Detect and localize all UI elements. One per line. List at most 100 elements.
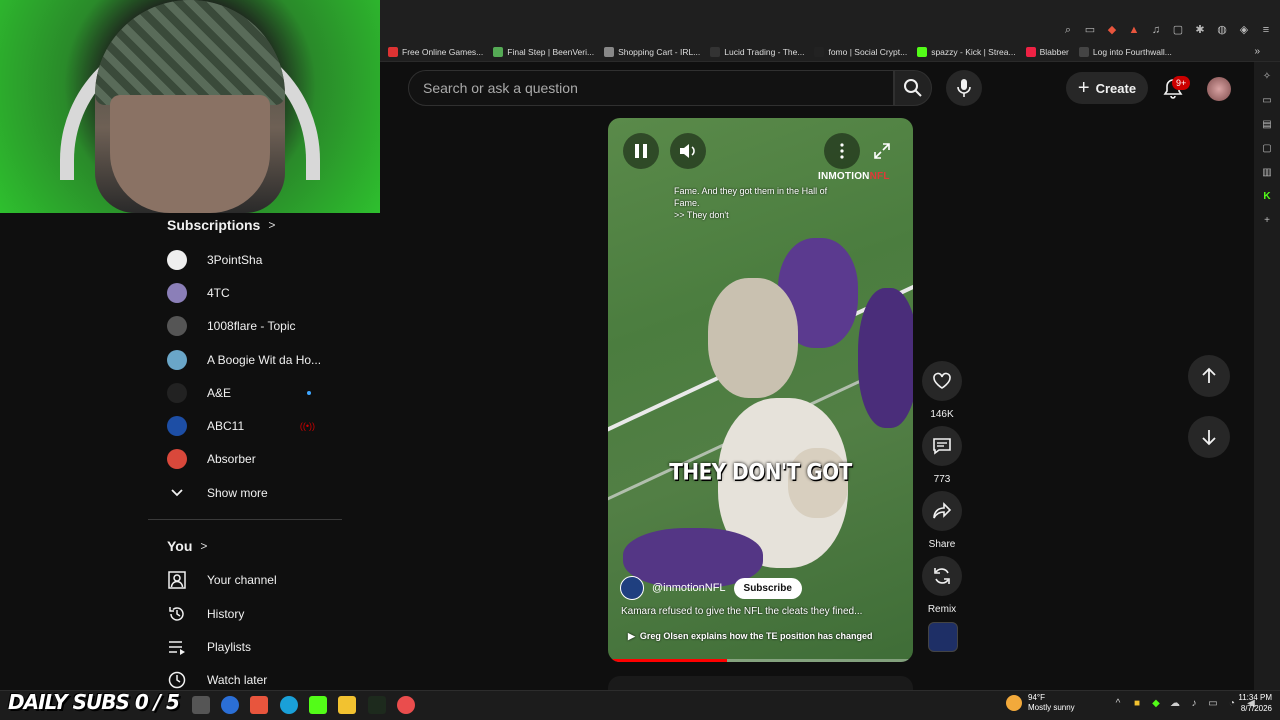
sidebar-reading-icon[interactable]: ▤ (1261, 118, 1273, 132)
tray-mic-icon[interactable]: ♪ (1188, 698, 1200, 710)
subscription-item[interactable]: 4TC (167, 278, 327, 308)
sidebar-bookmarks-icon[interactable]: ▢ (1261, 142, 1273, 156)
bookmark-item[interactable]: spazzy - Kick | Strea... (917, 46, 1016, 57)
comments-button[interactable] (922, 426, 962, 466)
comment-icon (933, 438, 951, 455)
bookmark-item[interactable]: Lucid Trading - The... (710, 46, 804, 57)
tray-display-icon[interactable]: ▭ (1207, 698, 1219, 710)
tab-icon[interactable]: ▢ (1172, 24, 1184, 36)
bookmark-item[interactable]: fomo | Social Crypt... (814, 46, 907, 57)
bookmark-item[interactable]: Shopping Cart - IRL... (604, 46, 700, 57)
more-vertical-icon (840, 143, 844, 159)
related-video-link[interactable]: ▶ Greg Olsen explains how the TE positio… (628, 631, 872, 642)
subscription-item[interactable]: Absorber (167, 444, 327, 474)
extensions-icon[interactable]: ✱ (1194, 24, 1206, 36)
weather-sun-icon (1006, 695, 1022, 711)
video-caption: THEY DON'T GOT (669, 458, 852, 486)
rewards-icon[interactable]: ▲ (1128, 24, 1140, 36)
sidebar-add-icon[interactable]: + (1261, 214, 1273, 228)
weather-temp: 94°F (1028, 693, 1045, 702)
like-action[interactable]: 146K (922, 361, 962, 420)
sidebar-kick-icon[interactable]: K (1261, 190, 1273, 204)
remix-label: Remix (927, 604, 957, 615)
edge-icon[interactable] (280, 696, 298, 714)
cast-icon[interactable]: ▭ (1084, 24, 1096, 36)
subscription-label: 4TC (207, 286, 230, 300)
bookmark-item[interactable]: Final Step | BeenVeri... (493, 46, 594, 57)
zoom-icon[interactable]: ⌕ (1062, 24, 1074, 36)
volume-button[interactable] (670, 133, 706, 169)
weather-desc: Mostly sunny (1028, 703, 1075, 712)
file-explorer-icon[interactable] (338, 696, 356, 714)
subscription-item[interactable]: A&E (167, 378, 327, 408)
sidebar-history-icon[interactable]: ▥ (1261, 166, 1273, 180)
tray-cloud-icon[interactable]: ☁ (1169, 698, 1181, 710)
pause-button[interactable] (623, 133, 659, 169)
next-short-button[interactable] (1188, 416, 1230, 458)
brave-icon[interactable] (250, 696, 268, 714)
bookmark-item[interactable]: Blabber (1025, 46, 1069, 57)
sidebar-ai-icon[interactable]: ✧ (1261, 70, 1273, 84)
taskbar-clock[interactable]: 11:34 PM 8/7/2026 (1228, 692, 1272, 714)
channel-name[interactable]: @inmotionNFL (652, 582, 726, 594)
remix-action[interactable]: Remix (922, 556, 962, 615)
sound-thumbnail[interactable] (928, 622, 958, 652)
subscriptions-heading[interactable]: Subscriptions > (167, 217, 275, 233)
menu-icon[interactable]: ≡ (1260, 24, 1272, 36)
bookmark-item[interactable]: Log into Fourthwall... (1078, 46, 1172, 57)
previous-short-button[interactable] (1188, 355, 1230, 397)
channel-avatar (167, 283, 187, 303)
subscription-item[interactable]: ABC11 ((•)) (167, 411, 327, 441)
music-icon[interactable]: ♫ (1150, 24, 1162, 36)
search-input[interactable]: Search or ask a question (408, 70, 894, 106)
subscription-label: ABC11 (207, 419, 245, 433)
task-view-icon[interactable] (192, 696, 210, 714)
weather-widget[interactable]: 94°F Mostly sunny (1006, 693, 1075, 713)
fullscreen-button[interactable] (864, 133, 900, 169)
channel-avatar[interactable] (620, 576, 644, 600)
vpn-icon[interactable]: ◈ (1238, 24, 1250, 36)
subscription-label: Absorber (207, 452, 256, 466)
sidebar-item-your-channel[interactable]: Your channel (167, 565, 327, 595)
more-options-button[interactable] (824, 133, 860, 169)
sidebar-item-playlists[interactable]: Playlists (167, 632, 327, 662)
app-icon[interactable] (221, 696, 239, 714)
progress-bar[interactable] (608, 659, 913, 662)
chevron-down-icon (167, 483, 187, 503)
kick-icon[interactable] (309, 696, 327, 714)
browser-sidebar: ✧ ▭ ▤ ▢ ▥ K + (1254, 62, 1280, 690)
sidebar-item-label: History (207, 607, 245, 621)
shorts-player[interactable]: INMOTIONNFL Fame. And they got them in t… (608, 118, 913, 662)
bookmark-label: Blabber (1039, 46, 1069, 57)
tray-shield-icon[interactable]: ◆ (1150, 698, 1162, 710)
sidebar-item-history[interactable]: History (167, 599, 327, 629)
account-avatar[interactable] (1207, 77, 1231, 101)
obs-icon[interactable] (397, 696, 415, 714)
clock-time: 11:34 PM (1238, 693, 1272, 702)
subscription-item[interactable]: 1008flare - Topic (167, 311, 327, 341)
subscription-item[interactable]: 3PointSha (167, 245, 327, 275)
video-watermark: INMOTIONNFL (818, 171, 890, 182)
comments-action[interactable]: 773 (922, 426, 962, 485)
wallet-icon[interactable]: ◍ (1216, 24, 1228, 36)
like-button[interactable] (922, 361, 962, 401)
search-button[interactable] (894, 70, 932, 106)
bookmarks-overflow-icon[interactable]: » (1254, 46, 1260, 57)
subscription-item[interactable]: A Boogie Wit da Ho... (167, 345, 327, 375)
show-more-button[interactable]: Show more (167, 478, 327, 508)
text-app-icon[interactable] (368, 696, 386, 714)
new-content-dot-icon (307, 391, 311, 395)
tray-app-icon[interactable]: ■ (1131, 698, 1143, 710)
tray-overflow-icon[interactable]: ^ (1112, 698, 1124, 710)
sidebar-tabs-icon[interactable]: ▭ (1261, 94, 1273, 108)
bookmark-item[interactable]: Free Online Games... (388, 46, 483, 57)
create-button[interactable]: + Create (1066, 72, 1148, 104)
share-button[interactable] (922, 491, 962, 531)
subscribe-button[interactable]: Subscribe (733, 577, 802, 599)
video-description[interactable]: Kamara refused to give the NFL the cleat… (621, 606, 906, 617)
brave-shield-icon[interactable]: ◆ (1106, 24, 1118, 36)
you-heading[interactable]: You > (167, 538, 207, 554)
share-action[interactable]: Share (922, 491, 962, 550)
voice-search-button[interactable] (946, 70, 982, 106)
remix-button[interactable] (922, 556, 962, 596)
